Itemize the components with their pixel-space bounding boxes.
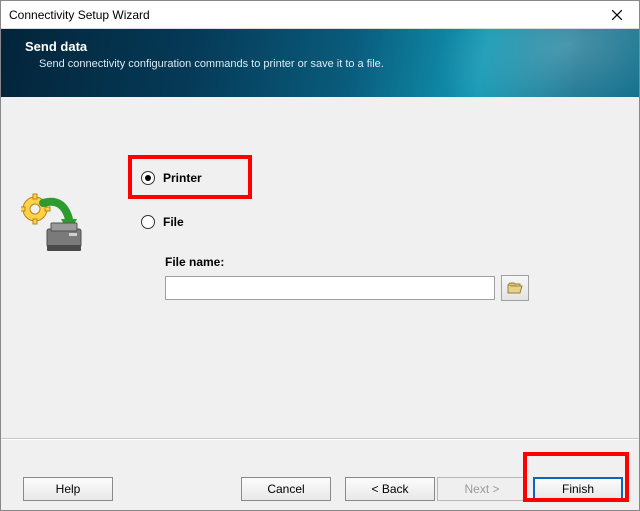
file-name-label: File name: xyxy=(165,255,581,269)
banner-heading: Send data xyxy=(25,39,619,54)
banner-subheading: Send connectivity configuration commands… xyxy=(39,58,619,70)
wizard-footer: Help Cancel < Back Next > Finish xyxy=(1,438,639,510)
radio-icon xyxy=(141,215,155,229)
wizard-content: Printer File File name: xyxy=(1,97,639,438)
close-button[interactable] xyxy=(595,1,639,29)
wizard-banner: Send data Send connectivity configuratio… xyxy=(1,29,639,97)
radio-label-printer: Printer xyxy=(163,171,202,185)
next-button-label: Next > xyxy=(464,482,499,496)
finish-button[interactable]: Finish xyxy=(533,477,623,501)
radio-label-file: File xyxy=(163,215,184,229)
radio-icon xyxy=(141,171,155,185)
help-button-label: Help xyxy=(56,482,81,496)
titlebar: Connectivity Setup Wizard xyxy=(1,1,639,29)
file-name-input[interactable] xyxy=(165,276,495,300)
cancel-button[interactable]: Cancel xyxy=(241,477,331,501)
finish-button-label: Finish xyxy=(562,482,594,496)
window-title: Connectivity Setup Wizard xyxy=(9,8,150,22)
back-button[interactable]: < Back xyxy=(345,477,435,501)
send-data-icon xyxy=(21,193,85,253)
back-button-label: < Back xyxy=(371,482,408,496)
next-button: Next > xyxy=(437,477,527,501)
help-button[interactable]: Help xyxy=(23,477,113,501)
close-icon xyxy=(612,10,622,20)
browse-button[interactable] xyxy=(501,275,529,301)
cancel-button-label: Cancel xyxy=(267,482,304,496)
folder-open-icon xyxy=(507,281,523,295)
radio-option-printer[interactable]: Printer xyxy=(139,167,581,189)
radio-option-file[interactable]: File xyxy=(141,211,581,233)
